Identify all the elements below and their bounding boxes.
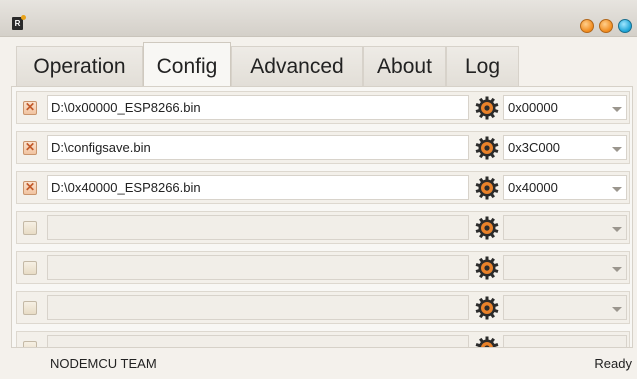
tab-operation[interactable]: Operation [16,46,143,86]
flash-address-text: 0x00000 [508,100,558,115]
firmware-path-combobox[interactable] [47,335,469,347]
gear-icon[interactable] [475,136,499,160]
flash-address-combobox[interactable] [503,295,627,320]
firmware-path-text: D:\0x00000_ESP8266.bin [51,100,201,115]
flash-address-text: 0x40000 [508,180,558,195]
firmware-path-combobox[interactable]: D:\configsave.bin [47,135,469,160]
chevron-down-icon[interactable] [612,347,622,348]
title-bar: R [0,0,637,37]
maximize-button[interactable] [599,19,613,33]
flash-address-combobox[interactable]: 0x00000 [503,95,627,120]
flash-address-combobox[interactable]: 0x40000 [503,175,627,200]
firmware-path-combobox[interactable]: D:\0x00000_ESP8266.bin [47,95,469,120]
tab-log[interactable]: Log [446,46,519,86]
gear-icon[interactable] [475,96,499,120]
config-row [16,211,630,244]
gear-icon[interactable] [475,216,499,240]
firmware-path-text: D:\0x40000_ESP8266.bin [51,180,201,195]
row-enable-checkbox[interactable] [23,100,37,115]
flash-address-combobox[interactable]: 0x3C000 [503,135,627,160]
minimize-button[interactable] [580,19,594,33]
gear-icon[interactable] [475,336,499,347]
status-text: Ready [594,356,632,371]
flash-address-combobox[interactable] [503,255,627,280]
firmware-path-combobox[interactable] [47,255,469,280]
config-row [16,291,630,324]
chevron-down-icon[interactable] [612,147,622,152]
row-enable-checkbox[interactable] [23,341,37,347]
row-enable-checkbox[interactable] [23,140,37,155]
chevron-down-icon[interactable] [612,227,622,232]
tab-about[interactable]: About [363,46,446,86]
status-team-label: NODEMCU TEAM [50,356,157,371]
config-row: D:\0x40000_ESP8266.bin 0x40000 [16,171,630,204]
row-enable-checkbox[interactable] [23,221,37,235]
close-button[interactable] [618,19,632,33]
tab-config[interactable]: Config [143,42,231,86]
row-enable-checkbox[interactable] [23,301,37,315]
flash-address-combobox[interactable] [503,215,627,240]
app-icon: R [12,15,26,30]
firmware-path-combobox[interactable] [47,215,469,240]
chevron-down-icon[interactable] [612,307,622,312]
gear-icon[interactable] [475,176,499,200]
chevron-down-icon[interactable] [612,187,622,192]
chevron-down-icon[interactable] [612,107,622,112]
config-row: D:\configsave.bin 0x3C000 [16,131,630,164]
config-row [16,331,630,348]
flash-address-text: 0x3C000 [508,140,561,155]
row-enable-checkbox[interactable] [23,180,37,195]
firmware-path-combobox[interactable] [47,295,469,320]
tab-advanced[interactable]: Advanced [231,46,363,86]
gear-icon[interactable] [475,296,499,320]
config-row: D:\0x00000_ESP8266.bin 0x00000 [16,91,630,124]
config-panel: D:\0x00000_ESP8266.bin 0x00000 D:\configsa… [11,86,633,348]
row-enable-checkbox[interactable] [23,261,37,275]
flash-address-combobox[interactable] [503,335,627,348]
config-row [16,251,630,284]
firmware-path-combobox[interactable]: D:\0x40000_ESP8266.bin [47,175,469,200]
gear-icon[interactable] [475,256,499,280]
chevron-down-icon[interactable] [612,267,622,272]
firmware-path-text: D:\configsave.bin [51,140,151,155]
